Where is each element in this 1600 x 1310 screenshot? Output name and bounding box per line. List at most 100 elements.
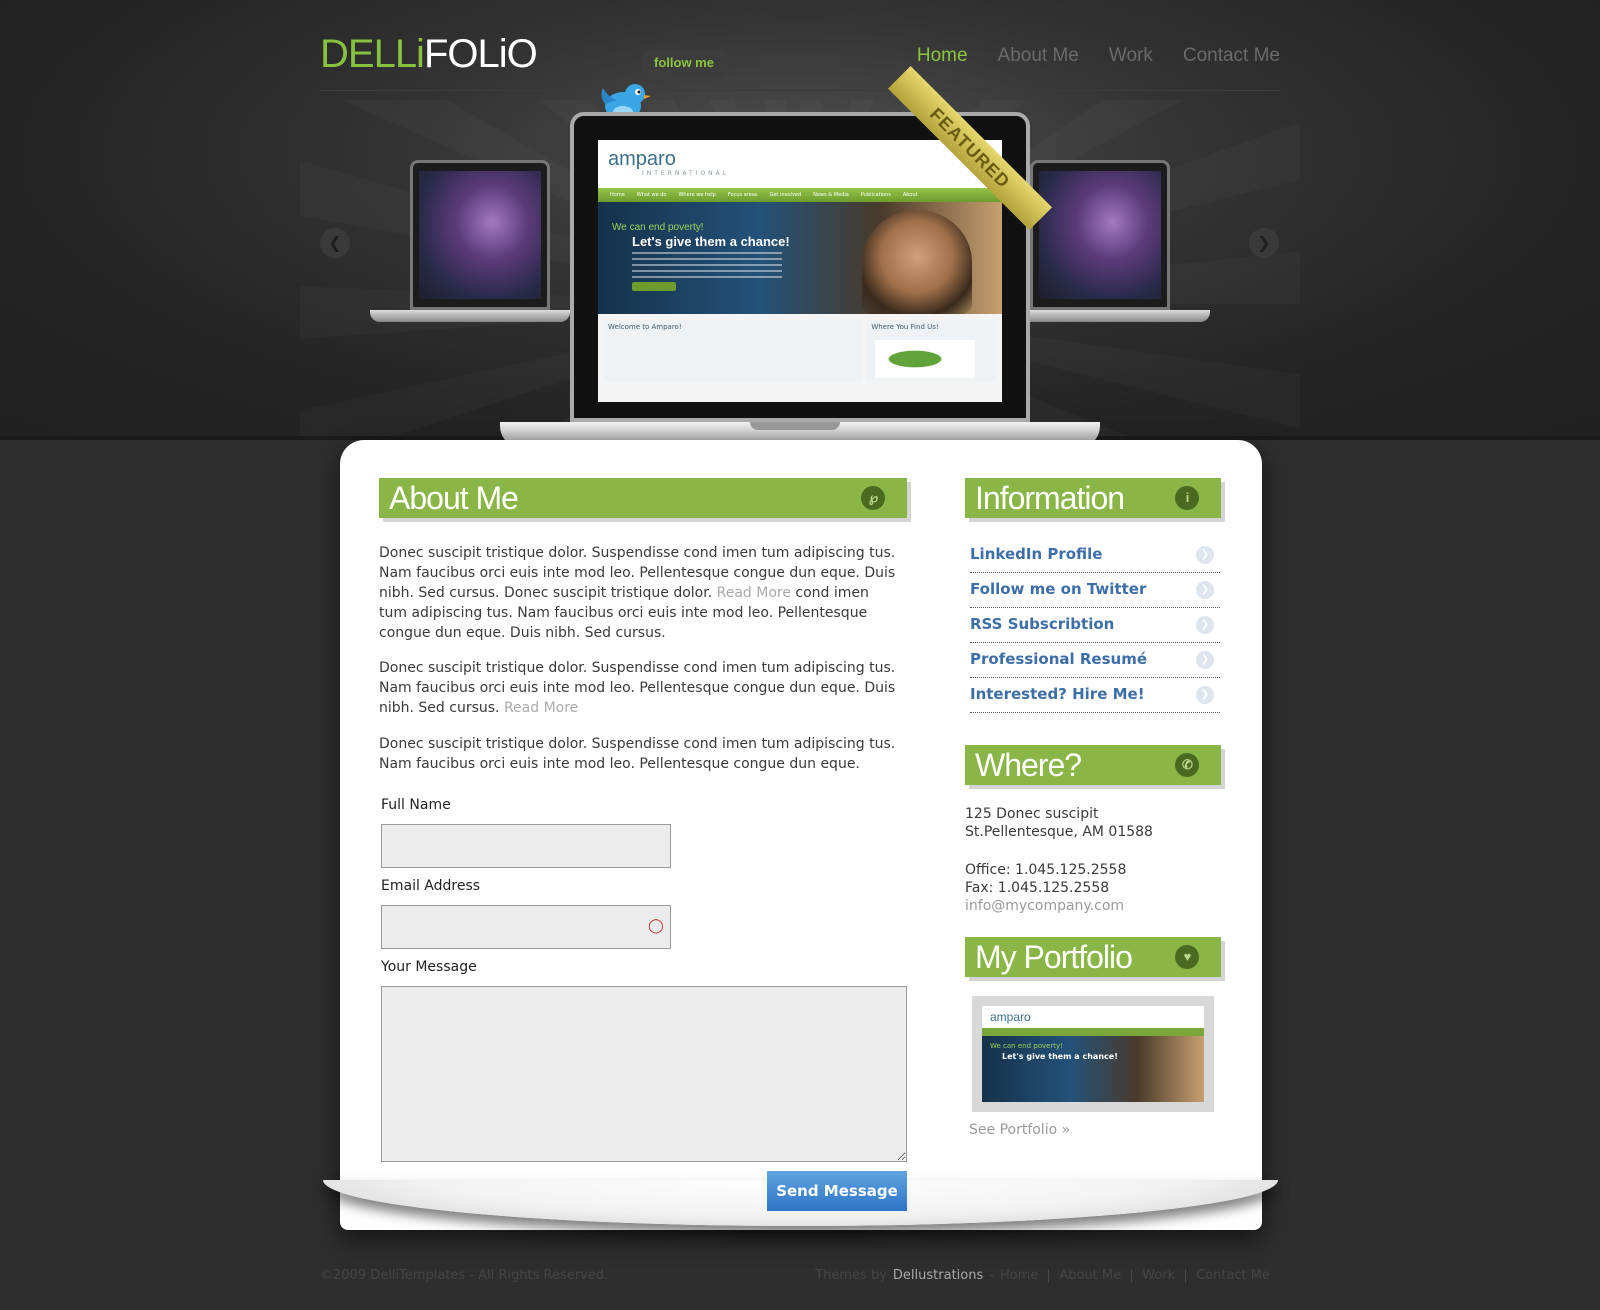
- footer-about[interactable]: About Me: [1059, 1268, 1121, 1283]
- ribbon-icon: ℘: [861, 486, 885, 510]
- email-input[interactable]: ◯: [381, 905, 671, 949]
- address-line-1: 125 Donec suscipit: [965, 806, 1099, 822]
- laptop-left-base: [370, 310, 570, 322]
- footer-separator: [1131, 1268, 1133, 1283]
- nav-contact[interactable]: Contact Me: [1183, 45, 1280, 67]
- link-hire-me[interactable]: Interested? Hire Me! ❯: [970, 678, 1220, 713]
- footer-brand-link[interactable]: Dellustrations: [893, 1268, 983, 1283]
- portfolio-heading: My Portfolio ♥: [965, 937, 1221, 977]
- arrow-right-icon: ❯: [1196, 616, 1214, 634]
- heart-icon: ♥: [1175, 945, 1199, 969]
- information-links: LinkedIn Profile ❯ Follow me on Twitter ❯ …: [970, 538, 1220, 713]
- footer-contact[interactable]: Contact Me: [1196, 1268, 1270, 1283]
- footer-themes-by: Themes by: [815, 1268, 887, 1283]
- featured-site-screenshot: amparo INTERNATIONAL Home What we do Whe…: [598, 140, 1002, 402]
- amparo-logo-sub: INTERNATIONAL: [642, 170, 730, 177]
- message-label: Your Message: [381, 959, 477, 975]
- main-nav: Home About Me Work Contact Me: [917, 45, 1280, 67]
- full-name-input[interactable]: [381, 824, 671, 868]
- amparo-hero-text: [632, 252, 782, 278]
- portfolio-title: My Portfolio: [975, 939, 1133, 975]
- follow-me-bubble[interactable]: follow me: [642, 50, 726, 86]
- amparo-hero-button: [632, 282, 676, 291]
- information-heading: Information i: [965, 478, 1221, 518]
- send-message-button[interactable]: Send Message: [767, 1171, 907, 1211]
- amparo-hero-line2: Let's give them a chance!: [632, 234, 790, 249]
- message-textarea[interactable]: [381, 986, 907, 1162]
- portfolio-thumbnail[interactable]: amparo We can end poverty! Let's give th…: [972, 996, 1214, 1112]
- amparo-nav-item: Publications: [860, 192, 891, 198]
- laptop-left[interactable]: [370, 160, 570, 330]
- link-label: Interested? Hire Me!: [970, 685, 1145, 703]
- amparo-nav-item: What we do: [636, 192, 667, 198]
- logo-part-1: DELLi: [320, 32, 425, 76]
- laptop-right-base: [1010, 310, 1210, 322]
- read-more-link[interactable]: Read More: [717, 585, 791, 601]
- header-divider: [320, 90, 1280, 91]
- amparo-nav-item: Where we help: [678, 192, 716, 198]
- link-linkedin[interactable]: LinkedIn Profile ❯: [970, 538, 1220, 573]
- address-line-2: St.Pellentesque, AM 01588: [965, 824, 1153, 840]
- laptop-right[interactable]: [1010, 160, 1210, 330]
- footer-separator: [1048, 1268, 1050, 1283]
- nav-home[interactable]: Home: [917, 45, 968, 67]
- amparo-nav-item: Home: [610, 192, 625, 198]
- footer-copyright: ©2009 DelliTemplates - All Rights Reserv…: [320, 1268, 609, 1283]
- featured-laptop[interactable]: amparo INTERNATIONAL Home What we do Whe…: [570, 65, 1053, 422]
- arrow-right-icon: ❯: [1196, 581, 1214, 599]
- about-paragraph-2: Donec suscipit tristique dolor. Suspendi…: [379, 658, 899, 718]
- amparo-logo: amparo: [608, 148, 676, 170]
- link-label: LinkedIn Profile: [970, 545, 1103, 563]
- link-resume[interactable]: Professional Resumé ❯: [970, 643, 1220, 678]
- link-label: Follow me on Twitter: [970, 580, 1147, 598]
- footer-work[interactable]: Work: [1142, 1268, 1175, 1283]
- thumb-hero-line2: Let's give them a chance!: [1002, 1052, 1118, 1061]
- amparo-where: Where You Find Us!: [871, 323, 939, 331]
- link-rss[interactable]: RSS Subscribtion ❯: [970, 608, 1220, 643]
- amparo-nav-item: About: [902, 192, 918, 198]
- laptop-left-screen: [410, 160, 550, 310]
- slider-prev-button[interactable]: ❮: [320, 228, 350, 258]
- footer-dash: -: [989, 1268, 994, 1283]
- slider-next-button[interactable]: ❯: [1249, 228, 1279, 258]
- laptop-right-screen: [1030, 160, 1170, 310]
- email-label: Email Address: [381, 878, 481, 894]
- amparo-welcome: Welcome to Amparo!: [608, 323, 682, 331]
- arrow-right-icon: ❯: [1196, 651, 1214, 669]
- office-phone: Office: 1.045.125.2558: [965, 862, 1127, 878]
- about-paragraph-3: Donec suscipit tristique dolor. Suspendi…: [379, 736, 896, 772]
- amparo-nav-item: Get involved: [769, 192, 802, 198]
- fax-number: Fax: 1.045.125.2558: [965, 880, 1110, 896]
- thumb-hero-line1: We can end poverty!: [990, 1042, 1064, 1050]
- link-twitter[interactable]: Follow me on Twitter ❯: [970, 573, 1220, 608]
- read-more-link[interactable]: Read More: [504, 700, 578, 716]
- logo-part-2: FOLiO: [423, 32, 538, 76]
- where-heading: Where? ✆: [965, 745, 1221, 785]
- nav-about[interactable]: About Me: [998, 45, 1079, 67]
- full-name-label: Full Name: [381, 797, 451, 813]
- nav-work[interactable]: Work: [1109, 45, 1153, 67]
- thumb-logo: amparo: [990, 1010, 1031, 1024]
- about-title: About Me: [389, 480, 519, 516]
- about-text: Donec suscipit tristique dolor. Suspendi…: [379, 660, 896, 716]
- see-portfolio-link[interactable]: See Portfolio »: [969, 1122, 1070, 1138]
- lock-icon: ◯: [648, 918, 664, 934]
- phone-icon: ✆: [1175, 753, 1199, 777]
- info-icon: i: [1175, 486, 1199, 510]
- link-label: RSS Subscribtion: [970, 615, 1115, 633]
- amparo-hero: We can end poverty! Let's give them a ch…: [598, 202, 1002, 314]
- amparo-hero-line1: We can end poverty!: [612, 222, 704, 233]
- footer-home[interactable]: Home: [1000, 1268, 1038, 1283]
- amparo-nav-item: Focus areas: [727, 192, 758, 198]
- arrow-right-icon: ❯: [1196, 546, 1214, 564]
- about-heading: About Me ℘: [379, 478, 907, 518]
- email-link[interactable]: info@mycompany.com: [965, 897, 1124, 915]
- footer-links: Themes by Dellustrations - Home About Me…: [815, 1268, 1270, 1283]
- footer-separator: [1185, 1268, 1187, 1283]
- amparo-nav: Home What we do Where we help Focus area…: [598, 188, 1002, 202]
- amparo-nav-item: News & Media: [813, 192, 849, 198]
- child-photo: [862, 210, 972, 314]
- site-logo[interactable]: DELLiFOLiO: [320, 32, 538, 77]
- information-title: Information: [975, 480, 1125, 516]
- arrow-right-icon: ❯: [1196, 686, 1214, 704]
